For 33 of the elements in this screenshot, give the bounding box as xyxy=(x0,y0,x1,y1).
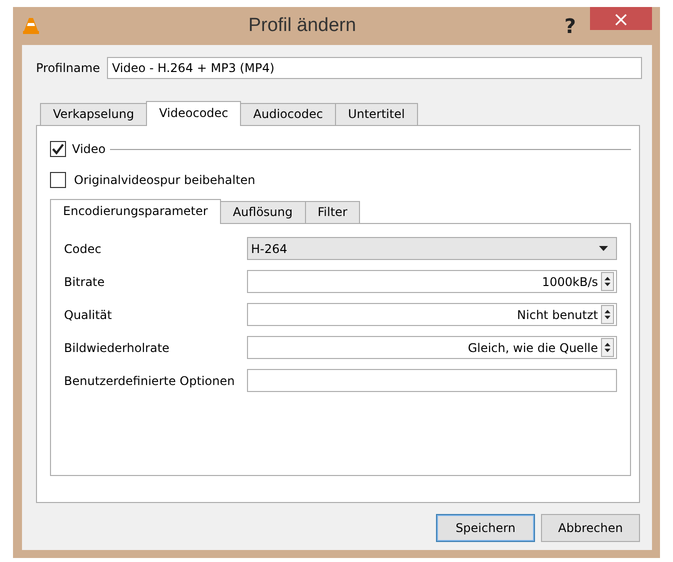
spin-box[interactable]: 1000kB/s xyxy=(247,270,617,293)
checkbox-label: Originalvideospur beibehalten xyxy=(74,172,256,189)
field-label: Bildwiederholrate xyxy=(64,340,170,356)
tab[interactable]: Encodierungsparameter xyxy=(50,199,221,224)
close-button[interactable]: × xyxy=(590,7,652,30)
spin-arrows-icon xyxy=(601,272,614,291)
spin-arrows-icon xyxy=(601,305,614,324)
tab[interactable]: Filter xyxy=(304,201,360,223)
field-label: Qualität xyxy=(64,306,113,324)
input-field[interactable] xyxy=(247,369,617,392)
field-label: Profilname xyxy=(36,60,100,77)
profile-name-field[interactable]: Video - H.264 + MP3 (MP4) xyxy=(106,57,642,79)
tab[interactable]: Audiocodec xyxy=(240,103,336,125)
window-title: Profil ändern xyxy=(247,14,358,38)
field-label: Bitrate xyxy=(64,274,106,290)
dialog-button[interactable]: Speichern xyxy=(436,514,535,542)
traffic-cone-icon xyxy=(22,17,40,35)
checkbox[interactable] xyxy=(50,172,66,188)
codec-dropdown[interactable]: H-264 xyxy=(247,237,617,260)
checkbox-label: Video xyxy=(72,141,106,158)
checkbox[interactable] xyxy=(50,141,66,157)
field-label: Codec xyxy=(64,240,102,258)
spin-box[interactable]: Nicht benutzt xyxy=(247,303,617,326)
field-label: Benutzerdefinierte Optionen xyxy=(64,372,236,390)
spin-box[interactable]: Gleich, wie die Quelle xyxy=(247,336,617,359)
dialog-button[interactable]: Abbrechen xyxy=(541,514,640,542)
tab[interactable]: Untertitel xyxy=(334,103,418,125)
tab[interactable]: Videocodec xyxy=(146,101,242,126)
dropdown-arrow-icon xyxy=(599,246,608,251)
spin-arrows-icon xyxy=(601,338,614,357)
tab[interactable]: Verkapselung xyxy=(40,103,148,125)
help-button[interactable]: ? xyxy=(564,16,576,36)
tab[interactable]: Auflösung xyxy=(220,201,306,223)
